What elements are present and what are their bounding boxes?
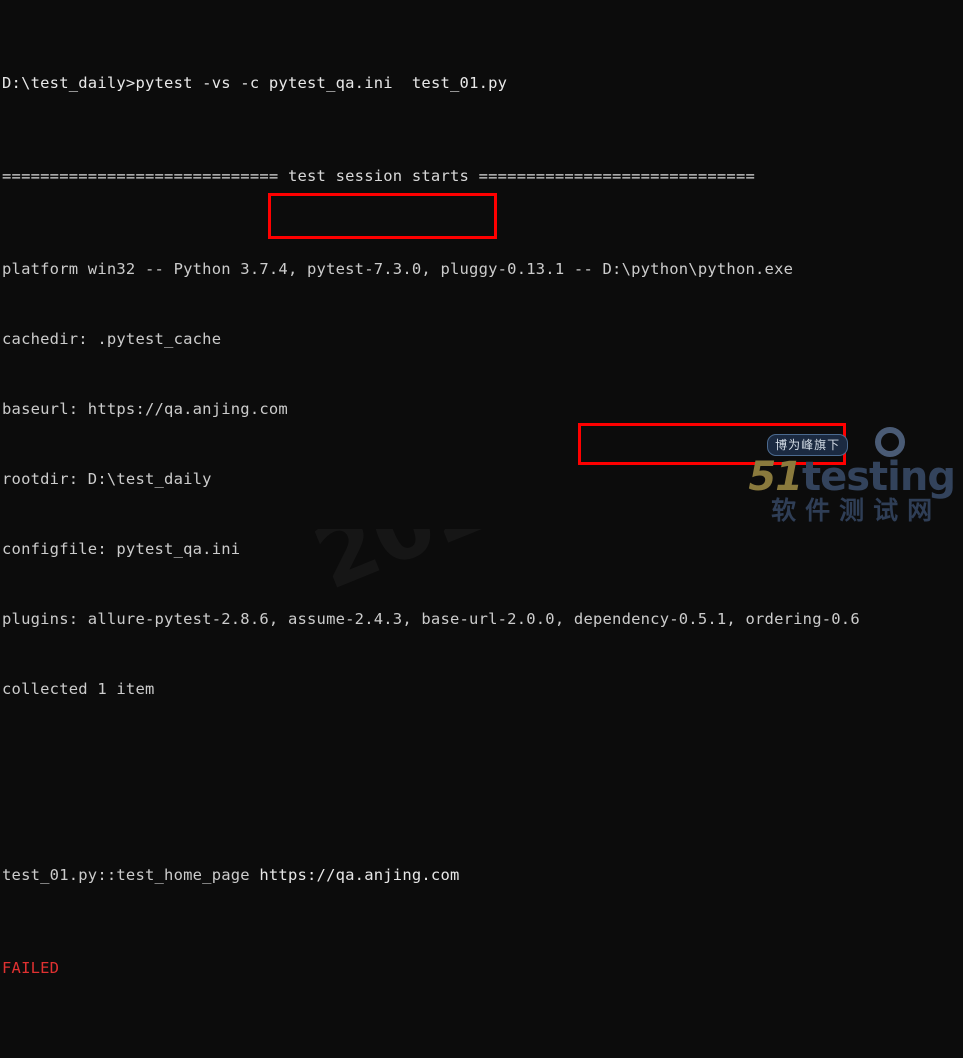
info-line-platform: platform win32 -- Python 3.7.4, pytest-7… — [2, 260, 794, 279]
status-badge: FAILED — [2, 959, 60, 978]
shell-command: pytest -vs -c pytest_qa.ini test_01.py — [135, 73, 508, 92]
test-node-line: test_01.py::test_home_page https://qa.an… — [2, 864, 963, 887]
info-line-cachedir: cachedir: .pytest_cache — [2, 330, 222, 349]
info-line-collected: collected 1 item — [2, 679, 155, 698]
shell-prompt: D:\test_daily> — [2, 73, 136, 92]
logo-testing: testing — [802, 454, 956, 500]
site-logo: 博为峰旗下 51testing 软件测试网 — [748, 427, 956, 525]
logo-badge: 博为峰旗下 — [767, 434, 849, 456]
printed-base-url: https://qa.anjing.com — [259, 865, 460, 884]
logo-wordmark: 51testing — [748, 427, 956, 500]
prompt-line: D:\test_daily>pytest -vs -c pytest_qa.in… — [2, 72, 963, 95]
logo-51: 51 — [748, 454, 803, 500]
info-line-plugins: plugins: allure-pytest-2.8.6, assume-2.4… — [2, 609, 860, 628]
session-start-separator: ============================= test sessi… — [2, 167, 756, 186]
info-line-configfile: configfile: pytest_qa.ini — [2, 539, 241, 558]
test-node-id: test_01.py::test_home_page — [2, 865, 260, 884]
magnifier-icon — [875, 427, 905, 457]
logo-subtitle: 软件测试网 — [771, 496, 942, 525]
test-status-line: FAILED — [2, 957, 963, 980]
info-line-baseurl: baseurl: https://qa.anjing.com — [2, 400, 288, 419]
